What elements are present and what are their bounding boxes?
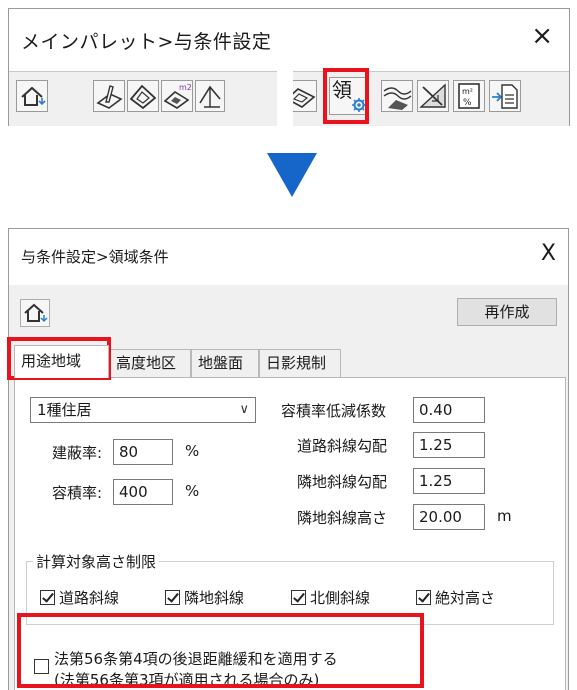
far-reduction-input[interactable]: 0.40: [413, 397, 485, 423]
region-conditions-dialog: 与条件設定>領域条件 X 再作成 用途地域 高度地区 地盤面 日影規制 1種住居…: [8, 228, 569, 690]
chevron-down-icon: ∨: [239, 402, 249, 417]
tab-height-district[interactable]: 高度地区: [109, 349, 191, 377]
export-icon: [492, 84, 518, 109]
site-area-button[interactable]: [127, 80, 159, 112]
checkbox-box[interactable]: [165, 590, 180, 605]
adjacent-height-unit: m: [497, 507, 512, 525]
article56-line1: 法第56条第4項の後退距離緩和を適用する: [54, 650, 338, 668]
article56-checkbox[interactable]: 法第56条第4項の後退距離緩和を適用する (法第56条第3項が適用される場合のみ…: [34, 649, 338, 690]
palette-close-button[interactable]: ×: [531, 23, 553, 49]
shadow-icon: [199, 85, 221, 108]
site-draw-button[interactable]: [93, 80, 125, 112]
far-unit: %: [185, 482, 200, 500]
dialog-home-button[interactable]: [20, 299, 50, 327]
region-glyph: 領: [332, 78, 352, 102]
checkbox-adjacent-slope[interactable]: 隣地斜線: [165, 587, 244, 608]
home-icon: [21, 86, 46, 106]
recreate-button[interactable]: 再作成: [457, 298, 557, 326]
height-limit-label: 計算対象高さ制限: [33, 551, 160, 572]
coverage-input[interactable]: 80: [113, 439, 173, 465]
checkbox-box[interactable]: [40, 590, 55, 605]
area-m2-button[interactable]: m2: [161, 80, 193, 112]
checkbox-box[interactable]: [416, 590, 431, 605]
checkbox-box[interactable]: [291, 590, 306, 605]
palette-split-gap: [277, 9, 293, 127]
checkbox-label: 絶対高さ: [435, 589, 496, 607]
zone-select[interactable]: 1種住居 ∨: [30, 397, 256, 423]
region-settings-button[interactable]: 領: [329, 77, 369, 115]
adjacent-height-label: 隣地斜線高さ: [297, 509, 388, 527]
svg-text:m²: m²: [462, 87, 473, 96]
svg-text:%: %: [463, 98, 472, 108]
down-arrow-icon: [267, 153, 317, 197]
dialog-title: 与条件設定>領域条件: [21, 248, 169, 266]
dialog-close-button[interactable]: X: [541, 243, 556, 265]
export-button[interactable]: [489, 80, 521, 112]
checkbox-road-slope[interactable]: 道路斜線: [40, 587, 119, 608]
checkbox-absolute-height[interactable]: 絶対高さ: [416, 587, 495, 608]
home-button[interactable]: [16, 80, 48, 112]
ratio-button[interactable]: m² %: [453, 80, 485, 112]
dialog-body: 再作成 用途地域 高度地区 地盤面 日影規制 1種住居 ∨ 建蔽率: 80 % …: [9, 285, 568, 690]
road-button[interactable]: [381, 80, 413, 112]
zone-select-value: 1種住居: [37, 401, 92, 419]
site-area-icon: [129, 84, 157, 110]
adjacent-slope-input[interactable]: 1.25: [413, 468, 485, 494]
home-icon: [24, 303, 48, 323]
main-palette-window: メインパレット>与条件設定 × m2 領 m² %: [8, 8, 570, 127]
checkbox-label: 北側斜線: [310, 589, 371, 607]
svg-text:m2: m2: [179, 83, 192, 92]
article56-line2: (法第56条第3項が適用される場合のみ): [54, 671, 320, 689]
far-label: 容積率:: [52, 484, 103, 502]
coverage-label: 建蔽率:: [52, 444, 103, 462]
palette-title: メインパレット>与条件設定: [21, 31, 272, 53]
zoning-panel: 1種住居 ∨ 建蔽率: 80 % 容積率: 400 % 容積率低減係数 0.40…: [14, 377, 566, 690]
checkbox-box[interactable]: [34, 659, 49, 674]
slope-icon: [419, 83, 446, 108]
road-slope-input[interactable]: 1.25: [413, 432, 485, 458]
gear-icon: [352, 98, 366, 112]
slope-button[interactable]: [417, 80, 449, 112]
checkbox-north-slope[interactable]: 北側斜線: [291, 587, 370, 608]
adjacent-slope-label: 隣地斜線勾配: [297, 473, 388, 491]
tab-zoning[interactable]: 用途地域: [14, 345, 109, 378]
coverage-unit: %: [185, 442, 200, 460]
shadow-button[interactable]: [195, 80, 225, 112]
area-m2-icon: m2: [163, 83, 192, 109]
far-input[interactable]: 400: [113, 479, 173, 505]
road-slope-label: 道路斜線勾配: [297, 437, 388, 455]
height-limit-group: 計算対象高さ制限 道路斜線 隣地斜線 北側斜線 絶対高さ: [26, 551, 554, 625]
tab-ground-level[interactable]: 地盤面: [191, 349, 259, 377]
adjacent-height-input[interactable]: 20.00: [413, 504, 485, 530]
tab-shadow-regulation[interactable]: 日影規制: [259, 349, 341, 377]
road-icon: [383, 87, 412, 110]
ratio-icon: m² %: [458, 83, 480, 109]
far-reduction-label: 容積率低減係数: [281, 402, 387, 420]
checkbox-label: 道路斜線: [59, 589, 120, 607]
site-draw-icon: [96, 85, 123, 109]
article56-text: 法第56条第4項の後退距離緩和を適用する (法第56条第3項が適用される場合のみ…: [54, 649, 338, 690]
checkbox-label: 隣地斜線: [184, 589, 245, 607]
